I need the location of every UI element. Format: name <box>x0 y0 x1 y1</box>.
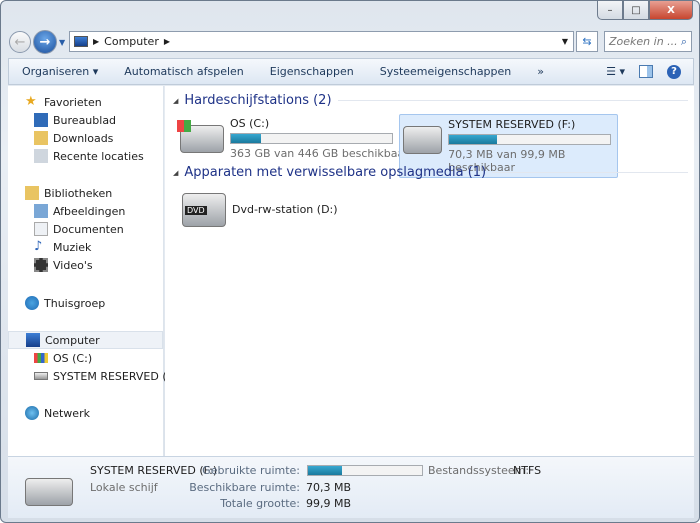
sidebar-label: Muziek <box>53 240 92 254</box>
usage-bar <box>448 134 612 145</box>
sidebar-label: Afbeeldingen <box>53 204 126 218</box>
command-bar: Organiseren ▾ Automatisch afspelen Eigen… <box>8 58 694 85</box>
drive-d[interactable]: DVD Dvd-rw-station (D:) <box>179 188 341 230</box>
help-icon[interactable]: ? <box>667 64 681 79</box>
drive-name: OS (C:) <box>230 117 270 130</box>
hard-drive-icon <box>25 478 73 506</box>
desktop-icon <box>34 113 48 127</box>
content-pane: ◢ Hardeschijfstations (2) OS (C:) 363 GB … <box>165 86 694 456</box>
free-space-label: Beschikbare ruimte: <box>189 481 300 494</box>
file-system-value: NTFS <box>513 464 542 477</box>
maximize-button[interactable]: □ <box>623 1 649 20</box>
recent-places-icon <box>34 149 48 163</box>
homegroup-icon <box>25 296 39 310</box>
preview-pane-icon[interactable] <box>639 65 653 78</box>
sidebar-label: Favorieten <box>44 95 102 109</box>
navigation-pane: ★ Favorieten Bureaublad Downloads Recente… <box>8 86 180 456</box>
sidebar-libraries[interactable]: Bibliotheken <box>25 184 180 202</box>
pictures-icon <box>34 204 48 218</box>
libraries-icon <box>25 186 39 200</box>
system-properties-button[interactable]: Systeemeigenschappen <box>367 65 525 78</box>
group-title: Hardeschijfstations (2) <box>184 93 332 108</box>
sidebar-label: OS (C:) <box>53 351 93 365</box>
refresh-icon: ⇆ <box>582 35 592 48</box>
collapse-icon[interactable]: ◢ <box>173 169 178 177</box>
group-header-hard-drives[interactable]: ◢ Hardeschijfstations (2) <box>173 93 688 108</box>
network-icon <box>25 406 39 420</box>
videos-icon <box>34 258 48 272</box>
total-size-value: 99,9 MB <box>306 497 352 510</box>
address-dropdown-icon[interactable]: ▼ <box>562 37 568 46</box>
dvd-drive-icon: DVD <box>182 193 226 227</box>
free-space-value: 70,3 MB <box>306 481 352 494</box>
close-button[interactable]: X <box>649 1 693 20</box>
drive-name: SYSTEM RESERVED (F:) <box>448 118 576 131</box>
sidebar-computer[interactable]: Computer <box>8 331 163 349</box>
details-usage-bar <box>307 465 423 476</box>
hard-drive-icon <box>403 126 443 154</box>
drive-capacity: 363 GB van 446 GB beschikbaar <box>230 147 409 160</box>
sidebar-label: Computer <box>45 333 100 347</box>
sidebar-label: Netwerk <box>44 406 90 420</box>
usage-fill <box>308 466 342 475</box>
sidebar-label: Documenten <box>53 222 124 236</box>
navigation-buttons: ← → ▼ <box>9 30 65 54</box>
breadcrumb-computer[interactable]: Computer <box>104 35 159 48</box>
search-icon: ⌕ <box>680 34 687 48</box>
computer-icon <box>26 333 40 347</box>
used-space-label: Gebruikte ruimte: <box>202 464 300 477</box>
address-bar[interactable]: ▶ Computer ▶ ▼ <box>69 31 574 52</box>
view-options-icon[interactable]: ☰ ▾ <box>606 65 625 78</box>
refresh-button[interactable]: ⇆ <box>576 31 598 52</box>
sidebar-network[interactable]: Netwerk <box>25 404 180 422</box>
sidebar-homegroup[interactable]: Thuisgroep <box>25 294 180 312</box>
details-drive-type: Lokale schijf <box>90 481 158 494</box>
sidebar-label: Thuisgroep <box>44 296 106 310</box>
documents-icon <box>34 222 48 236</box>
group-header-removable[interactable]: ◢ Apparaten met verwisselbare opslagmedia… <box>173 165 688 180</box>
details-pane: SYSTEM RESERVED (F:) Lokale schijf Gebru… <box>8 456 694 518</box>
breadcrumb-separator-icon[interactable]: ▶ <box>93 37 99 46</box>
windows-hard-drive-icon <box>177 120 224 153</box>
sidebar-label: Video's <box>53 258 93 272</box>
minimize-button[interactable]: – <box>597 1 623 20</box>
total-size-label: Totale grootte: <box>220 497 300 510</box>
computer-icon <box>74 36 88 47</box>
downloads-folder-icon <box>34 131 48 145</box>
music-icon: ♪ <box>34 239 43 254</box>
explorer-window: – □ X ← → ▼ ▶ Computer ▶ ▼ ⇆ Zoeken in .… <box>0 0 700 523</box>
organize-button[interactable]: Organiseren ▾ <box>9 65 111 78</box>
sidebar-label: Recente locaties <box>53 149 144 163</box>
back-button[interactable]: ← <box>9 31 31 53</box>
autoplay-button[interactable]: Automatisch afspelen <box>111 65 257 78</box>
breadcrumb-chevron-icon[interactable]: ▶ <box>164 37 170 46</box>
recent-pages-dropdown-icon[interactable]: ▼ <box>59 38 65 47</box>
sidebar-label: Downloads <box>53 131 114 145</box>
properties-button[interactable]: Eigenschappen <box>257 65 367 78</box>
sidebar-label: Bureaublad <box>53 113 117 127</box>
search-input[interactable]: Zoeken in ... ⌕ <box>604 31 692 52</box>
drive-name: Dvd-rw-station (D:) <box>232 203 338 216</box>
sidebar-label: SYSTEM RESERVED (F:) <box>53 369 181 383</box>
usage-fill <box>449 135 497 144</box>
group-title: Apparaten met verwisselbare opslagmedia … <box>184 165 487 180</box>
forward-button[interactable]: → <box>33 30 57 54</box>
dvd-badge: DVD <box>185 206 207 215</box>
sidebar-label: Bibliotheken <box>44 186 113 200</box>
window-controls: – □ X <box>597 1 693 20</box>
usage-fill <box>231 134 261 143</box>
usage-bar <box>230 133 393 144</box>
search-placeholder: Zoeken in ... <box>609 35 678 48</box>
drive-icon <box>34 372 48 380</box>
drive-c[interactable]: OS (C:) 363 GB van 446 GB beschikbaar <box>177 114 412 163</box>
sidebar-favorites[interactable]: ★ Favorieten <box>25 93 180 111</box>
windows-drive-icon <box>34 353 48 363</box>
star-icon: ★ <box>25 94 37 109</box>
collapse-icon[interactable]: ◢ <box>173 97 178 105</box>
more-commands-button[interactable]: » <box>524 65 557 78</box>
